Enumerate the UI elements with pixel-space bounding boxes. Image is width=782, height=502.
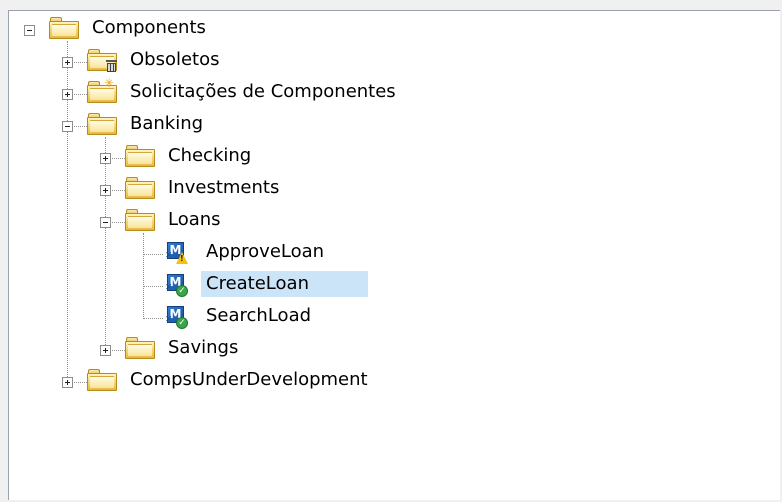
folder-icon — [125, 145, 155, 167]
tree-item-compsunderdevelopment[interactable]: CompsUnderDevelopment — [126, 368, 372, 392]
tree-item-checking[interactable]: Checking — [164, 144, 255, 168]
component-tree-panel[interactable]: Components Obsoletos ✳ Solicitações de C… — [8, 10, 780, 500]
window-top-strip — [0, 0, 782, 10]
folder-icon — [125, 177, 155, 199]
folder-icon — [87, 369, 117, 391]
tree-line — [105, 137, 106, 351]
expand-compsunderdevelopment-toggle[interactable] — [62, 377, 73, 388]
tree-line — [143, 233, 144, 319]
tree-item-createloan[interactable]: CreateLoan — [201, 271, 368, 297]
component-ok-icon: M ✕ ✓ — [165, 306, 189, 330]
expand-savings-toggle[interactable] — [100, 345, 111, 356]
folder-icon — [125, 337, 155, 359]
component-ok-icon: M ✕ ✓ — [165, 274, 189, 298]
tree-line — [143, 254, 163, 255]
tree-item-loans[interactable]: Loans — [164, 208, 225, 232]
expand-solicitacoes-toggle[interactable] — [62, 89, 73, 100]
tree-line — [143, 286, 163, 287]
folder-icon — [125, 209, 155, 231]
tree-item-approveloan[interactable]: ApproveLoan — [202, 240, 328, 264]
tree-item-investments[interactable]: Investments — [164, 176, 283, 200]
expand-checking-toggle[interactable] — [100, 153, 111, 164]
component-warning-icon: M ✕! — [165, 242, 189, 266]
tree-item-solicitacoes[interactable]: Solicitações de Componentes — [126, 80, 400, 104]
tree-item-banking[interactable]: Banking — [126, 112, 207, 136]
tree-line — [143, 318, 163, 319]
tree-item-savings[interactable]: Savings — [164, 336, 242, 360]
tree-item-components[interactable]: Components — [88, 16, 210, 40]
spark-icon: ✳ — [104, 76, 115, 90]
collapse-banking-toggle[interactable] — [62, 121, 73, 132]
folder-icon — [49, 17, 79, 39]
trash-icon — [106, 60, 117, 72]
collapse-loans-toggle[interactable] — [100, 217, 111, 228]
expand-obsoletos-toggle[interactable] — [62, 57, 73, 68]
expand-investments-toggle[interactable] — [100, 185, 111, 196]
tree-item-obsoletos[interactable]: Obsoletos — [126, 48, 224, 72]
collapse-components-toggle[interactable] — [24, 25, 35, 36]
tree-item-searchload[interactable]: SearchLoad — [202, 304, 315, 328]
folder-icon — [87, 113, 117, 135]
